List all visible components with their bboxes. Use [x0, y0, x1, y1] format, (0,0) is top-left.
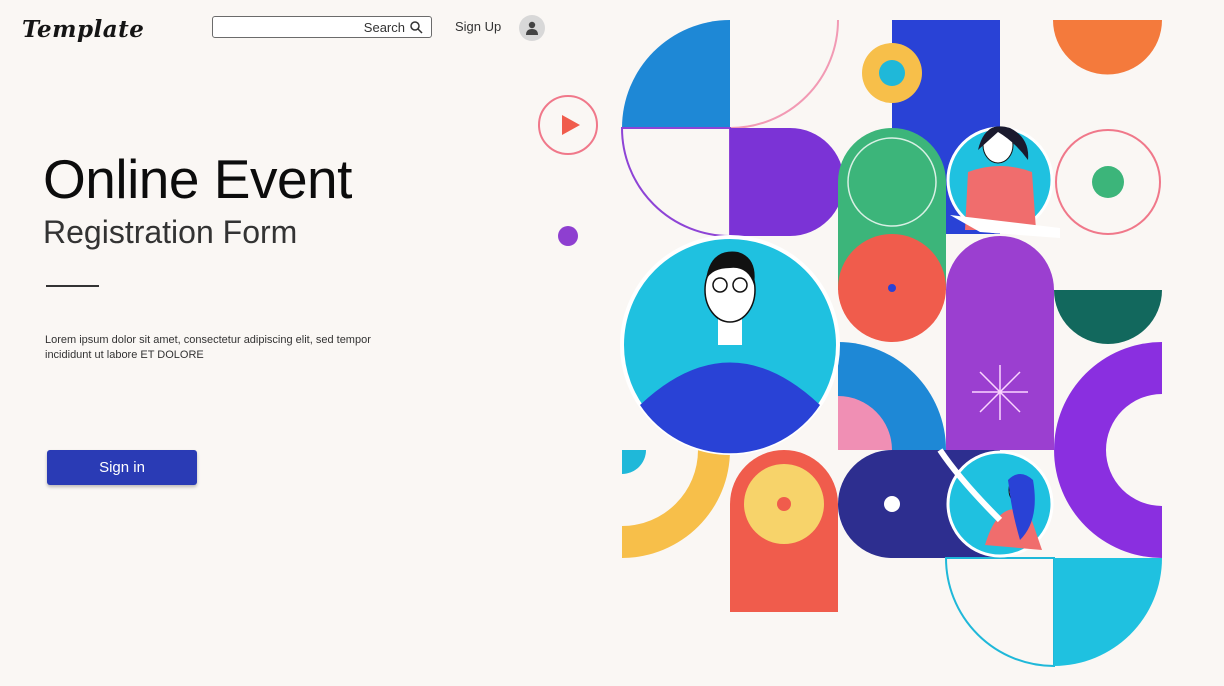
- sign-in-button[interactable]: Sign in: [47, 450, 197, 485]
- search-placeholder: Search: [363, 20, 405, 35]
- person-illustration-woman-top: [946, 126, 1060, 238]
- signup-link[interactable]: Sign Up: [455, 19, 501, 34]
- intro-text: Lorem ipsum dolor sit amet, consectetur …: [45, 334, 371, 361]
- person-illustration-man: [620, 235, 840, 455]
- search-icon[interactable]: [409, 20, 423, 34]
- page-title: Online Event: [43, 148, 352, 210]
- page-subtitle: Registration Form: [43, 214, 298, 250]
- hero-illustration: [538, 19, 1162, 668]
- logo[interactable]: Template: [22, 16, 144, 43]
- search-input[interactable]: Search: [212, 16, 432, 38]
- divider: [46, 285, 99, 287]
